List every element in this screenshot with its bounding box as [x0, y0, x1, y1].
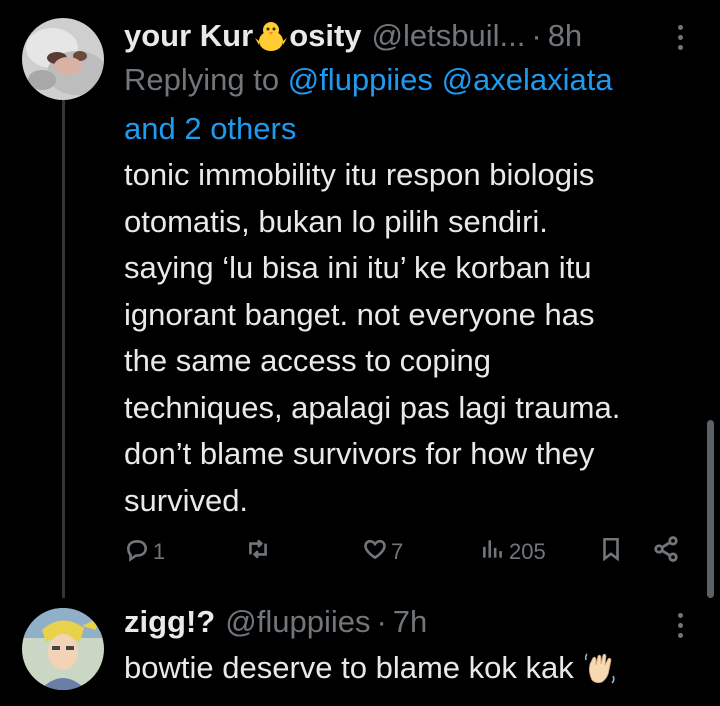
mention-more-link[interactable]: and 2 others [124, 111, 296, 146]
author-name-part2: osity [289, 18, 362, 53]
separator-dot: · [531, 18, 542, 53]
reply-text: bowtie deserve to blame kok kak [124, 650, 574, 685]
views-icon [480, 536, 506, 568]
replying-prefix: Replying to [124, 62, 280, 97]
separator-dot: · [376, 604, 387, 639]
author-name-part1: your Kur [124, 18, 254, 53]
avatar[interactable] [22, 608, 104, 690]
views-button[interactable]: 205 [480, 532, 546, 572]
like-button[interactable]: 7 [362, 532, 403, 572]
reply-icon [124, 536, 150, 568]
views-count: 205 [509, 539, 546, 564]
like-count: 7 [391, 539, 404, 564]
author-name[interactable]: your Kur osity [124, 18, 362, 54]
scrollbar[interactable] [707, 420, 714, 598]
tweet-text: tonic immobility itu respon biologis oto… [124, 157, 621, 518]
retweet-button[interactable] [244, 532, 275, 572]
bookmark-button[interactable] [598, 532, 624, 572]
mention-link[interactable]: @axelaxiata [442, 62, 613, 97]
tweet-header: your Kur osity @letsbuil... · 8h [124, 14, 680, 58]
reply-header: zigg!? @fluppiies · 7h [124, 600, 680, 644]
author-handle[interactable]: @letsbuil... [372, 18, 526, 54]
replying-to: Replying to @fluppiies @axelaxiata and 2… [124, 55, 684, 153]
reply-time[interactable]: 7h [393, 604, 427, 640]
tweet-time[interactable]: 8h [548, 18, 582, 54]
tweet-actions: 1 7 205 [124, 532, 684, 572]
mention-link[interactable]: @fluppiies [288, 62, 433, 97]
reply-text-line: bowtie deserve to blame kok kak [124, 646, 618, 690]
thread-line [62, 100, 65, 598]
waving-hand-emoji [582, 650, 618, 686]
retweet-icon [244, 536, 272, 568]
reply-author-handle[interactable]: @fluppiies [225, 604, 370, 640]
reply-author-name[interactable]: zigg!? [124, 604, 215, 640]
reply-button[interactable]: 1 [124, 532, 165, 572]
chick-emoji [254, 19, 288, 53]
share-icon [652, 535, 680, 569]
share-button[interactable] [652, 532, 680, 572]
like-icon [362, 536, 388, 568]
avatar[interactable] [22, 18, 104, 100]
reply-count: 1 [153, 539, 166, 564]
more-vertical-icon[interactable] [670, 608, 690, 642]
more-vertical-icon[interactable] [670, 20, 690, 54]
bookmark-icon [598, 535, 624, 569]
